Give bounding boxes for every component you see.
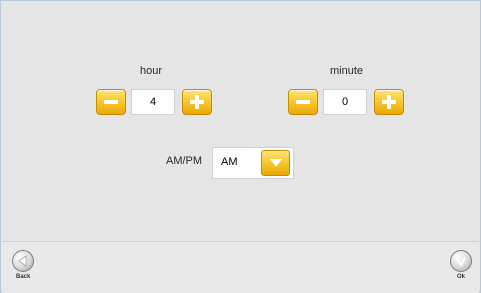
ampm-selected-value: AM — [221, 156, 238, 168]
ampm-dropdown-button[interactable] — [261, 150, 290, 176]
plus-icon — [382, 95, 396, 109]
minute-decrement-button[interactable] — [288, 89, 318, 115]
minus-icon — [104, 100, 118, 104]
hour-increment-button[interactable] — [182, 89, 212, 115]
plus-icon — [190, 95, 204, 109]
back-arrow-icon — [18, 255, 27, 267]
minute-label: minute — [330, 65, 364, 77]
back-label: Back — [16, 274, 31, 280]
time-settings-panel: hour 4 minute 0 AM/PM AM — [2, 2, 479, 240]
time-settings-window: hour 4 minute 0 AM/PM AM Back Ok — [0, 0, 481, 293]
minus-icon — [296, 100, 310, 104]
back-button[interactable] — [12, 250, 34, 272]
chevron-down-icon — [269, 159, 282, 167]
minute-increment-button[interactable] — [374, 89, 404, 115]
minute-value[interactable]: 0 — [323, 89, 367, 115]
ok-button[interactable] — [450, 250, 472, 272]
ampm-select[interactable]: AM — [212, 147, 294, 179]
hour-label: hour — [140, 65, 163, 77]
checkmark-icon — [456, 257, 466, 267]
ok-label: Ok — [457, 274, 466, 280]
hour-decrement-button[interactable] — [96, 89, 126, 115]
footer-bar: Back Ok — [2, 241, 479, 293]
ampm-label: AM/PM — [166, 155, 203, 167]
hour-value[interactable]: 4 — [131, 89, 175, 115]
